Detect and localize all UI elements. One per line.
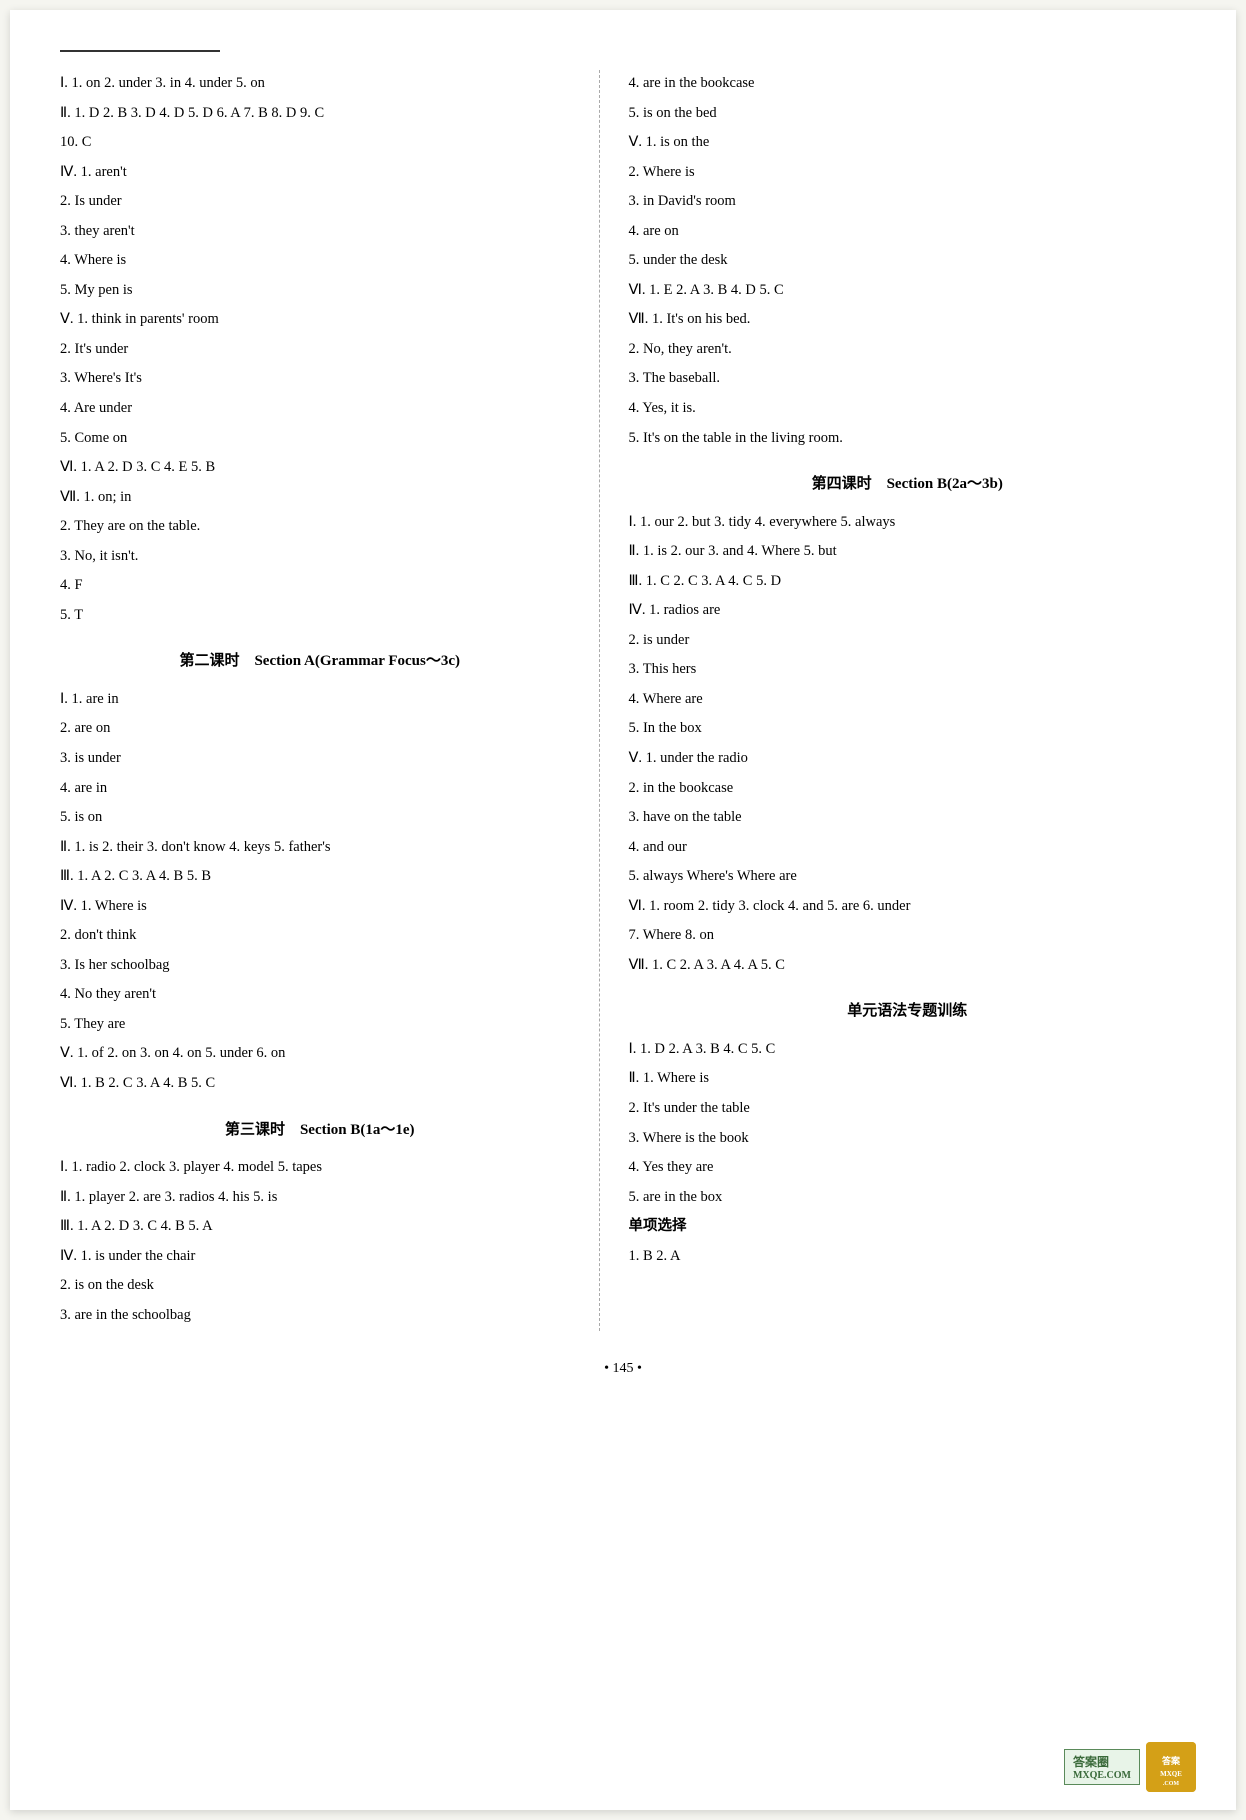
line: 5. In the box — [628, 715, 1186, 743]
line: 5. Come on — [60, 425, 579, 453]
line: 2. Is under — [60, 188, 579, 216]
line: 5. is on — [60, 804, 579, 832]
line: 4. Where is — [60, 247, 579, 275]
line: Ⅵ. 1. E 2. A 3. B 4. D 5. C — [628, 277, 1186, 305]
page-number: • 145 • — [60, 1361, 1186, 1377]
line: Ⅴ. 1. under the radio — [628, 745, 1186, 773]
line: 2. in the bookcase — [628, 775, 1186, 803]
line: 3. they aren't — [60, 218, 579, 246]
line: 5. are in the box — [628, 1184, 1186, 1212]
line: Ⅱ. 1. D 2. B 3. D 4. D 5. D 6. A 7. B 8.… — [60, 100, 579, 128]
line: Ⅵ. 1. A 2. D 3. C 4. E 5. B — [60, 454, 579, 482]
line: 5. T — [60, 602, 579, 630]
line: Ⅱ. 1. is 2. their 3. don't know 4. keys … — [60, 834, 579, 862]
line: 3. The baseball. — [628, 365, 1186, 393]
line: 2. No, they aren't. — [628, 336, 1186, 364]
section-4-header: 第四课时 Section B(2a～3b) — [628, 470, 1186, 499]
line: 4. Yes they are — [628, 1154, 1186, 1182]
line: Ⅲ. 1. A 2. C 3. A 4. B 5. B — [60, 863, 579, 891]
line: 2. are on — [60, 715, 579, 743]
line: Ⅱ. 1. Where is — [628, 1065, 1186, 1093]
line: Ⅶ. 1. It's on his bed. — [628, 306, 1186, 334]
top-line — [60, 50, 220, 52]
right-column: 4. are in the bookcase 5. is on the bed … — [600, 70, 1186, 1331]
line: 2. Where is — [628, 159, 1186, 187]
line: 4. are in the bookcase — [628, 70, 1186, 98]
line: Ⅰ. 1. our 2. but 3. tidy 4. everywhere 5… — [628, 509, 1186, 537]
line: 3. Is her schoolbag — [60, 952, 579, 980]
line: 4. are on — [628, 218, 1186, 246]
line: 3. Where is the book — [628, 1125, 1186, 1153]
line: Ⅳ. 1. Where is — [60, 893, 579, 921]
line: 4. and our — [628, 834, 1186, 862]
line: Ⅰ. 1. on 2. under 3. in 4. under 5. on — [60, 70, 579, 98]
line: Ⅴ. 1. of 2. on 3. on 4. on 5. under 6. o… — [60, 1040, 579, 1068]
line: Ⅵ. 1. B 2. C 3. A 4. B 5. C — [60, 1070, 579, 1098]
line: 2. is under — [628, 627, 1186, 655]
line: Ⅰ. 1. are in — [60, 686, 579, 714]
svg-text:.COM: .COM — [1163, 1781, 1180, 1787]
line: 4. Are under — [60, 395, 579, 423]
line: 2. is on the desk — [60, 1272, 579, 1300]
line: 3. Where's It's — [60, 365, 579, 393]
line: 5. It's on the table in the living room. — [628, 425, 1186, 453]
line: 2. It's under — [60, 336, 579, 364]
section-3-title: 第三课时 Section B(1a～1e) — [225, 1122, 415, 1138]
line: 4. are in — [60, 775, 579, 803]
line: 3. have on the table — [628, 804, 1186, 832]
section-4-title: 第四课时 Section B(2a～3b) — [812, 476, 1003, 492]
line: 5. under the desk — [628, 247, 1186, 275]
line: 3. in David's room — [628, 188, 1186, 216]
watermark-area: 答案圈 MXQE.COM 答案 MXQE .COM — [1064, 1742, 1196, 1792]
page: Ⅰ. 1. on 2. under 3. in 4. under 5. on Ⅱ… — [10, 10, 1236, 1810]
line: 2. They are on the table. — [60, 513, 579, 541]
line: 3. is under — [60, 745, 579, 773]
line: 4. F — [60, 572, 579, 600]
line: 2. It's under the table — [628, 1095, 1186, 1123]
line: Ⅴ. 1. think in parents' room — [60, 306, 579, 334]
line: Ⅰ. 1. radio 2. clock 3. player 4. model … — [60, 1154, 579, 1182]
line: Ⅲ. 1. C 2. C 3. A 4. C 5. D — [628, 568, 1186, 596]
line: Ⅴ. 1. is on the — [628, 129, 1186, 157]
line: 5. My pen is — [60, 277, 579, 305]
section-3-header: 第三课时 Section B(1a～1e) — [60, 1116, 579, 1145]
line: Ⅳ. 1. is under the chair — [60, 1243, 579, 1271]
line: 4. Yes, it is. — [628, 395, 1186, 423]
line: Ⅳ. 1. aren't — [60, 159, 579, 187]
svg-text:MXQE: MXQE — [1160, 1770, 1182, 1778]
line: 4. Where are — [628, 686, 1186, 714]
line: 2. don't think — [60, 922, 579, 950]
section-5-title: 单元语法专题训练 — [847, 1003, 967, 1019]
line: 单项选择 — [628, 1213, 1186, 1241]
watermark-logo: 答案 MXQE .COM — [1146, 1742, 1196, 1792]
line: 3. This hers — [628, 656, 1186, 684]
line: 7. Where 8. on — [628, 922, 1186, 950]
line: 5. is on the bed — [628, 100, 1186, 128]
svg-text:答案: 答案 — [1161, 1755, 1181, 1766]
content-wrapper: Ⅰ. 1. on 2. under 3. in 4. under 5. on Ⅱ… — [60, 70, 1186, 1331]
line: Ⅵ. 1. room 2. tidy 3. clock 4. and 5. ar… — [628, 893, 1186, 921]
line: 3. No, it isn't. — [60, 543, 579, 571]
line: 10. C — [60, 129, 579, 157]
watermark-text: 答案圈 MXQE.COM — [1064, 1749, 1140, 1785]
line: Ⅲ. 1. A 2. D 3. C 4. B 5. A — [60, 1213, 579, 1241]
line: Ⅳ. 1. radios are — [628, 597, 1186, 625]
line: 4. No they aren't — [60, 981, 579, 1009]
section-2-title: 第二课时 Section A(Grammar Focus～3c) — [179, 653, 460, 669]
left-column: Ⅰ. 1. on 2. under 3. in 4. under 5. on Ⅱ… — [60, 70, 600, 1331]
line: Ⅱ. 1. is 2. our 3. and 4. Where 5. but — [628, 538, 1186, 566]
line: 1. B 2. A — [628, 1243, 1186, 1271]
line: 3. are in the schoolbag — [60, 1302, 579, 1330]
line: Ⅶ. 1. on; in — [60, 484, 579, 512]
line: Ⅱ. 1. player 2. are 3. radios 4. his 5. … — [60, 1184, 579, 1212]
line: Ⅶ. 1. C 2. A 3. A 4. A 5. C — [628, 952, 1186, 980]
line: 5. They are — [60, 1011, 579, 1039]
section-2-header: 第二课时 Section A(Grammar Focus～3c) — [60, 647, 579, 676]
line: 5. always Where's Where are — [628, 863, 1186, 891]
line: Ⅰ. 1. D 2. A 3. B 4. C 5. C — [628, 1036, 1186, 1064]
section-5-header: 单元语法专题训练 — [628, 997, 1186, 1026]
